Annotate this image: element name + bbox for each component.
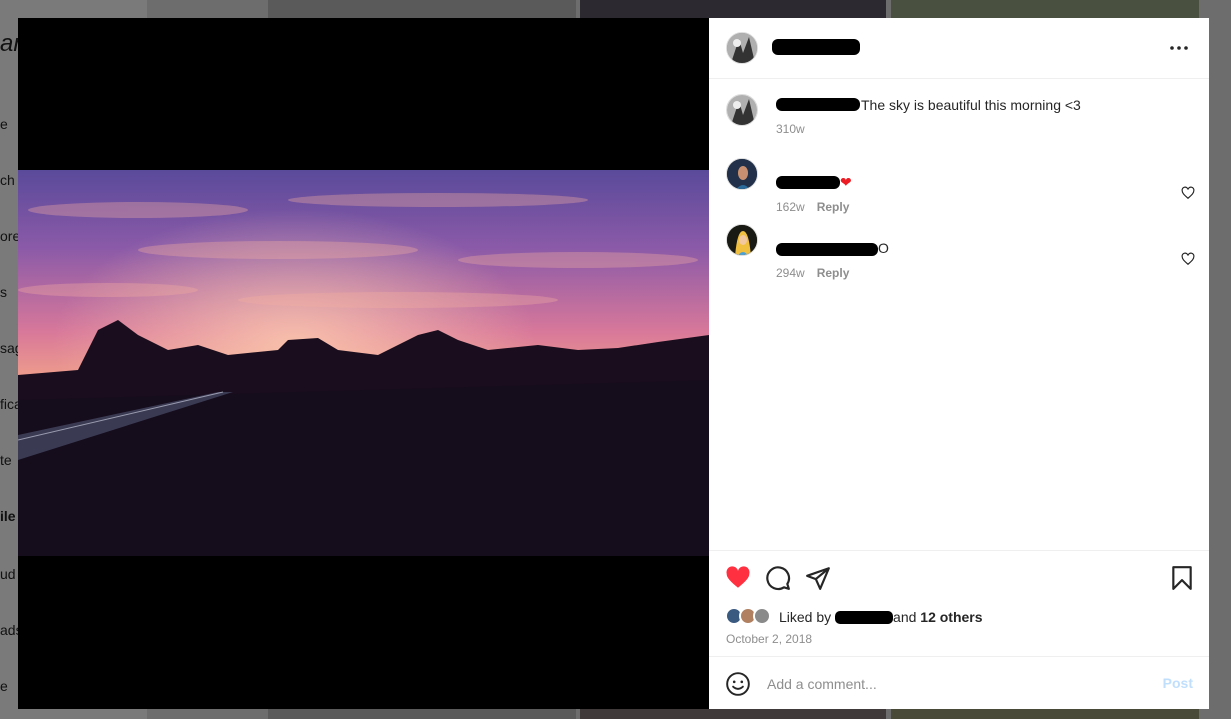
background-nav-item: e <box>0 116 8 132</box>
sunrise-photo <box>18 170 709 556</box>
commenter-name-redacted[interactable] <box>776 176 840 189</box>
add-comment-bar: Post <box>709 656 1209 710</box>
author-avatar[interactable] <box>726 32 758 64</box>
liker-avatar[interactable] <box>753 607 771 625</box>
heart-outline-icon[interactable] <box>1181 186 1195 200</box>
commenter-avatar[interactable] <box>726 158 758 190</box>
comment-heart-emoji: ❤ <box>840 174 852 190</box>
more-options-icon[interactable] <box>1167 38 1191 58</box>
background-nav-item: ile <box>0 508 16 524</box>
comment-text: O <box>878 240 889 256</box>
post-side-panel: The sky is beautiful this morning <3 310… <box>709 18 1209 709</box>
background-nav-item: e <box>0 678 8 694</box>
bookmark-icon[interactable] <box>1169 565 1195 591</box>
commenter-avatar[interactable] <box>726 224 758 256</box>
background-nav-item: ud <box>0 566 16 582</box>
post-media <box>18 18 709 709</box>
caption-author-redacted[interactable] <box>776 98 860 111</box>
liked-by-connector: and <box>893 609 917 625</box>
liked-by-text: Liked by and 12 others <box>779 609 983 625</box>
comment-item: ❤ 162w Reply <box>709 143 1209 214</box>
comments-list: The sky is beautiful this morning <3 310… <box>709 79 1209 549</box>
smiley-icon[interactable] <box>725 671 751 697</box>
post-actions: Liked by and 12 others October 2, 2018 <box>709 550 1209 657</box>
caption-text: The sky is beautiful this morning <3 <box>861 97 1081 113</box>
liked-by-prefix: Liked by <box>779 609 832 625</box>
background-nav-item: s <box>0 284 7 300</box>
author-name-redacted[interactable] <box>772 39 860 55</box>
background-nav-item: te <box>0 452 12 468</box>
heart-filled-icon[interactable] <box>725 565 751 591</box>
reply-button[interactable]: Reply <box>817 266 850 280</box>
comment-icon[interactable] <box>765 565 791 591</box>
background-nav-item: ch <box>0 172 15 188</box>
liked-by-row: Liked by and 12 others <box>725 607 1195 627</box>
comment-meta: 294w Reply <box>776 266 849 280</box>
liker-name-redacted[interactable] <box>835 611 894 624</box>
post-button[interactable]: Post <box>1163 675 1193 691</box>
post-date[interactable]: October 2, 2018 <box>726 632 812 646</box>
caption-age: 310w <box>776 122 805 136</box>
send-icon[interactable] <box>805 565 831 591</box>
caption: The sky is beautiful this morning <3 310… <box>709 79 1209 139</box>
heart-outline-icon[interactable] <box>1181 252 1195 266</box>
author-avatar[interactable] <box>726 94 758 126</box>
liked-by-others[interactable]: 12 others <box>920 609 982 625</box>
comment-age: 294w <box>776 266 805 280</box>
commenter-name-redacted[interactable] <box>776 243 878 256</box>
comment-item: O 294w Reply <box>709 209 1209 280</box>
post-header <box>709 18 1209 79</box>
comment-input[interactable] <box>765 671 1149 697</box>
post-modal: The sky is beautiful this morning <3 310… <box>18 18 1209 709</box>
